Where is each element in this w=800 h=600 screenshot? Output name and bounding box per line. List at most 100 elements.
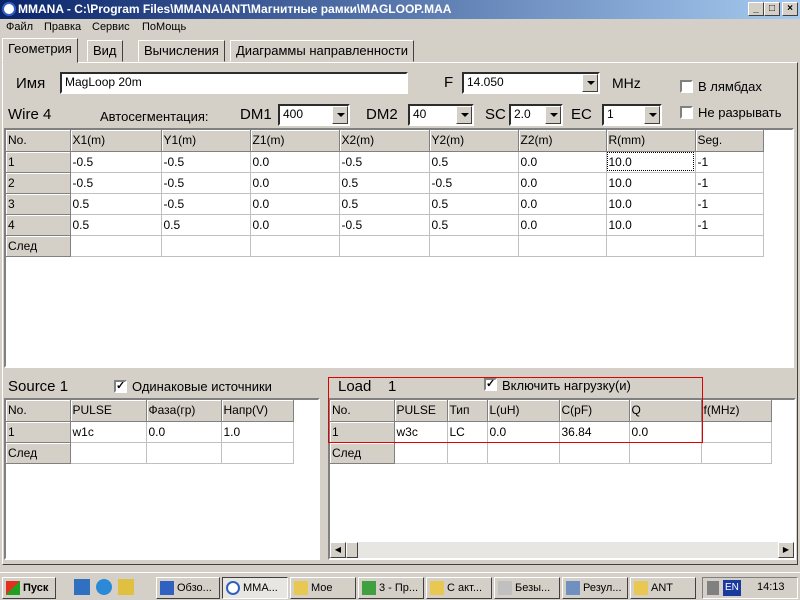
cell[interactable] (70, 235, 162, 257)
menu-service[interactable]: Сервис (92, 21, 130, 33)
chevron-down-icon[interactable] (545, 106, 561, 124)
cell[interactable]: 0.0 (518, 193, 607, 215)
cell[interactable]: 0.5 (429, 151, 519, 173)
load-horizontal-scrollbar[interactable]: ◀ ▶ (330, 542, 794, 558)
next-row-label[interactable]: След (6, 235, 71, 257)
col-header[interactable]: Z2(m) (518, 130, 607, 152)
start-button[interactable]: Пуск (2, 577, 56, 599)
cell[interactable]: -0.5 (339, 214, 430, 236)
cell[interactable]: 1.0 (221, 421, 294, 443)
col-header[interactable]: PULSE (70, 400, 147, 422)
cell[interactable] (701, 421, 772, 443)
cell[interactable] (339, 235, 430, 257)
tab-geometry[interactable]: Геометрия (2, 38, 78, 63)
cell[interactable]: w1c (70, 421, 147, 443)
cell[interactable]: -0.5 (161, 151, 251, 173)
cell[interactable]: 0.5 (429, 214, 519, 236)
cell[interactable]: -0.5 (161, 193, 251, 215)
dm2-combo[interactable]: 40 (408, 104, 474, 126)
dm1-combo[interactable]: 400 (278, 104, 350, 126)
col-header[interactable]: Y1(m) (161, 130, 251, 152)
col-header[interactable]: f(MHz) (701, 400, 772, 422)
speaker-icon[interactable] (707, 581, 719, 595)
cell[interactable] (221, 442, 294, 464)
cell[interactable]: 0.0 (250, 151, 340, 173)
row-number[interactable]: 2 (6, 172, 71, 194)
chevron-down-icon[interactable] (582, 74, 598, 92)
cell[interactable]: 0.5 (70, 214, 162, 236)
name-input[interactable]: MagLoop 20m (60, 72, 408, 94)
frequency-combo[interactable]: 14.050 (462, 72, 600, 94)
scroll-right-icon[interactable]: ▶ (778, 542, 794, 558)
col-header[interactable]: X1(m) (70, 130, 162, 152)
cell[interactable]: -1 (695, 214, 764, 236)
no-break-checkbox[interactable] (680, 106, 693, 119)
cell[interactable] (447, 442, 488, 464)
menu-edit[interactable]: Правка (44, 21, 81, 33)
col-header[interactable]: Напр(V) (221, 400, 294, 422)
cell[interactable]: 0.0 (250, 214, 340, 236)
quicklaunch-desktop-icon[interactable] (74, 579, 90, 595)
cell[interactable]: -0.5 (429, 172, 519, 194)
cell[interactable]: -1 (695, 172, 764, 194)
wires-table[interactable]: No. X1(m) Y1(m) Z1(m) X2(m) Y2(m) Z2(m) … (4, 128, 794, 368)
next-row-label[interactable]: След (330, 442, 395, 464)
cell[interactable]: -0.5 (161, 172, 251, 194)
chevron-down-icon[interactable] (332, 106, 348, 124)
cell[interactable]: -0.5 (339, 151, 430, 173)
taskbar-item-untitled[interactable]: Безы... (494, 577, 560, 599)
tab-diagrams[interactable]: Диаграммы направленности (230, 40, 414, 62)
col-header[interactable]: R(mm) (606, 130, 696, 152)
col-header[interactable]: No. (6, 400, 71, 422)
row-number[interactable]: 3 (6, 193, 71, 215)
maximize-button[interactable]: □ (764, 2, 780, 16)
row-number[interactable]: 1 (6, 421, 71, 443)
cell[interactable] (70, 442, 147, 464)
cell[interactable]: 0.0 (146, 421, 222, 443)
scroll-thumb[interactable] (346, 542, 358, 558)
cell[interactable]: -1 (695, 151, 764, 173)
cell[interactable]: 0.5 (70, 193, 162, 215)
taskbar-item-ant[interactable]: ANT (630, 577, 696, 599)
cell[interactable]: 0.5 (429, 193, 519, 215)
cell[interactable]: 0.0 (518, 214, 607, 236)
quicklaunch-ie-icon[interactable] (96, 579, 112, 595)
col-header[interactable]: Y2(m) (429, 130, 519, 152)
cell[interactable] (629, 442, 702, 464)
same-sources-checkbox[interactable]: ✓ (114, 380, 127, 393)
cell[interactable] (429, 235, 519, 257)
cell[interactable] (394, 442, 448, 464)
cell[interactable]: -0.5 (70, 151, 162, 173)
language-indicator[interactable]: EN (723, 580, 741, 596)
taskbar-item-paint[interactable]: 3 - Пр... (358, 577, 424, 599)
tab-view[interactable]: Вид (87, 40, 123, 62)
chevron-down-icon[interactable] (456, 106, 472, 124)
taskbar-item-folder[interactable]: С акт... (426, 577, 492, 599)
cell[interactable] (146, 442, 222, 464)
in-lambdas-checkbox[interactable] (680, 80, 693, 93)
cell[interactable]: 0.5 (339, 193, 430, 215)
col-header[interactable]: No. (6, 130, 71, 152)
cell[interactable]: 0.0 (518, 172, 607, 194)
close-button[interactable]: × (782, 2, 798, 16)
cell[interactable]: 0.0 (518, 151, 607, 173)
cell[interactable]: 10.0 (606, 172, 696, 194)
cell[interactable]: 0.0 (250, 193, 340, 215)
cell[interactable] (487, 442, 560, 464)
cell[interactable]: -0.5 (70, 172, 162, 194)
cell-selected[interactable]: 10.0 (606, 151, 696, 173)
cell[interactable]: 10.0 (606, 193, 696, 215)
col-header[interactable]: X2(m) (339, 130, 430, 152)
cell[interactable] (606, 235, 696, 257)
cell[interactable] (161, 235, 251, 257)
next-row-label[interactable]: След (6, 442, 71, 464)
cell[interactable] (701, 442, 772, 464)
cell[interactable]: -1 (695, 193, 764, 215)
menu-file[interactable]: Файл (6, 21, 33, 33)
cell[interactable]: 0.0 (250, 172, 340, 194)
taskbar-item-mmana[interactable]: MMA... (222, 577, 288, 599)
taskbar-item-explorer[interactable]: Обзо... (156, 577, 220, 599)
quicklaunch-outlook-icon[interactable] (118, 579, 134, 595)
cell[interactable] (559, 442, 630, 464)
cell[interactable]: 0.5 (161, 214, 251, 236)
